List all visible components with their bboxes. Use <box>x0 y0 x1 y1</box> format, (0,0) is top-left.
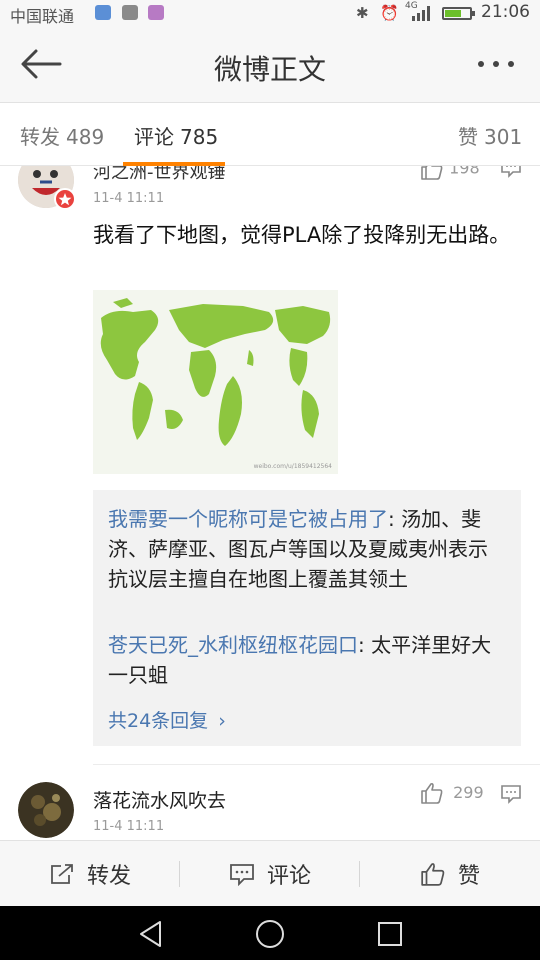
comment-button[interactable]: 评论 <box>180 841 360 907</box>
gallery-notification-icon <box>95 5 111 20</box>
repost-icon <box>51 864 73 884</box>
comment-like-count: 299 <box>453 782 484 802</box>
more-replies-label: 共24条回复 <box>108 710 209 732</box>
tab-like[interactable]: 赞 301 <box>458 121 522 150</box>
signal-icon <box>412 6 430 21</box>
reply-item[interactable]: 苍天已死_水利枢纽枢花园口: 太平洋里好大一只蛆 <box>108 630 498 690</box>
like-label: 赞 <box>457 864 480 889</box>
image-watermark: weibo.com/u/1859412564 <box>253 463 332 470</box>
tab-like-count: 301 <box>484 125 523 149</box>
avatar[interactable] <box>18 782 74 838</box>
header: 微博正文 <box>0 26 540 103</box>
more-dots-icon[interactable] <box>478 60 518 70</box>
tab-like-label: 赞 <box>458 125 478 149</box>
repost-button[interactable]: 转发 <box>0 841 180 907</box>
thumb-up-icon <box>421 863 445 886</box>
reply-separator: : <box>388 507 402 531</box>
nav-home-icon[interactable] <box>255 919 285 949</box>
tab-bar: 转发 489 评论 785 赞 301 <box>0 103 540 166</box>
page-title: 微博正文 <box>213 53 326 86</box>
comment-username[interactable]: 落花流水风吹去 <box>93 786 226 813</box>
comment-icon <box>230 864 254 886</box>
chevron-right-icon: › <box>218 710 226 732</box>
carrier-label: 中国联通 <box>10 7 75 26</box>
message-notification-icon <box>122 5 138 20</box>
like-button[interactable]: 赞 <box>360 841 540 907</box>
app-notification-icon <box>148 5 164 20</box>
reply-username[interactable]: 我需要一个昵称可是它被占用了 <box>108 507 388 531</box>
world-map-image <box>100 298 331 446</box>
thumb-up-icon <box>421 166 443 180</box>
system-nav-bar <box>0 906 540 960</box>
comment-like-button[interactable]: 299 <box>420 782 484 804</box>
tab-comment[interactable]: 评论 785 <box>134 121 218 150</box>
comment-time: 11-4 11:11 <box>93 191 165 206</box>
bluetooth-icon: ✱ <box>356 4 369 22</box>
comment-text: 我看了下地图，觉得PLA除了投降别无出路。 <box>93 223 511 247</box>
nav-back-icon[interactable] <box>138 920 164 948</box>
clock: 21:06 <box>481 2 530 22</box>
tab-comment-label: 评论 <box>134 125 174 149</box>
comment-like-count: 198 <box>449 166 480 178</box>
tab-repost-label: 转发 <box>20 125 60 149</box>
reply-box: 我需要一个昵称可是它被占用了: 汤加、斐济、萨摩亚、图瓦卢等国以及夏威夷州表示抗… <box>93 490 521 746</box>
reply-username[interactable]: 苍天已死_水利枢纽枢花园口 <box>108 633 358 657</box>
battery-icon <box>442 7 475 20</box>
reply-icon[interactable] <box>500 166 522 178</box>
flower-avatar-icon <box>18 782 74 838</box>
repost-label: 转发 <box>86 864 131 889</box>
nav-recents-icon[interactable] <box>377 921 403 947</box>
comment-like-button[interactable]: 198 <box>420 166 480 180</box>
more-replies-link[interactable]: 共24条回复 › <box>108 706 226 733</box>
comment-image[interactable]: weibo.com/u/1859412564 <box>93 290 338 474</box>
tab-repost-count: 489 <box>66 125 105 149</box>
comment-label: 评论 <box>266 864 311 889</box>
alarm-icon: ⏰ <box>380 4 399 22</box>
reply-item[interactable]: 我需要一个昵称可是它被占用了: 汤加、斐济、萨摩亚、图瓦卢等国以及夏威夷州表示抗… <box>108 504 498 594</box>
comment-divider <box>93 764 540 765</box>
thumb-up-icon <box>421 782 443 804</box>
reply-icon[interactable] <box>500 784 522 804</box>
tab-comment-count: 785 <box>180 125 219 149</box>
comment-time: 11-4 11:11 <box>93 819 165 834</box>
comment-username[interactable]: 河之洲-世界观锤 <box>93 166 226 184</box>
tab-repost[interactable]: 转发 489 <box>20 121 104 150</box>
reply-separator: : <box>358 633 372 657</box>
action-bar: 转发 评论 赞 <box>0 840 540 907</box>
verified-badge-icon <box>54 188 76 210</box>
status-bar: 中国联通 ✱ ⏰ 4G 21:06 <box>0 0 540 26</box>
